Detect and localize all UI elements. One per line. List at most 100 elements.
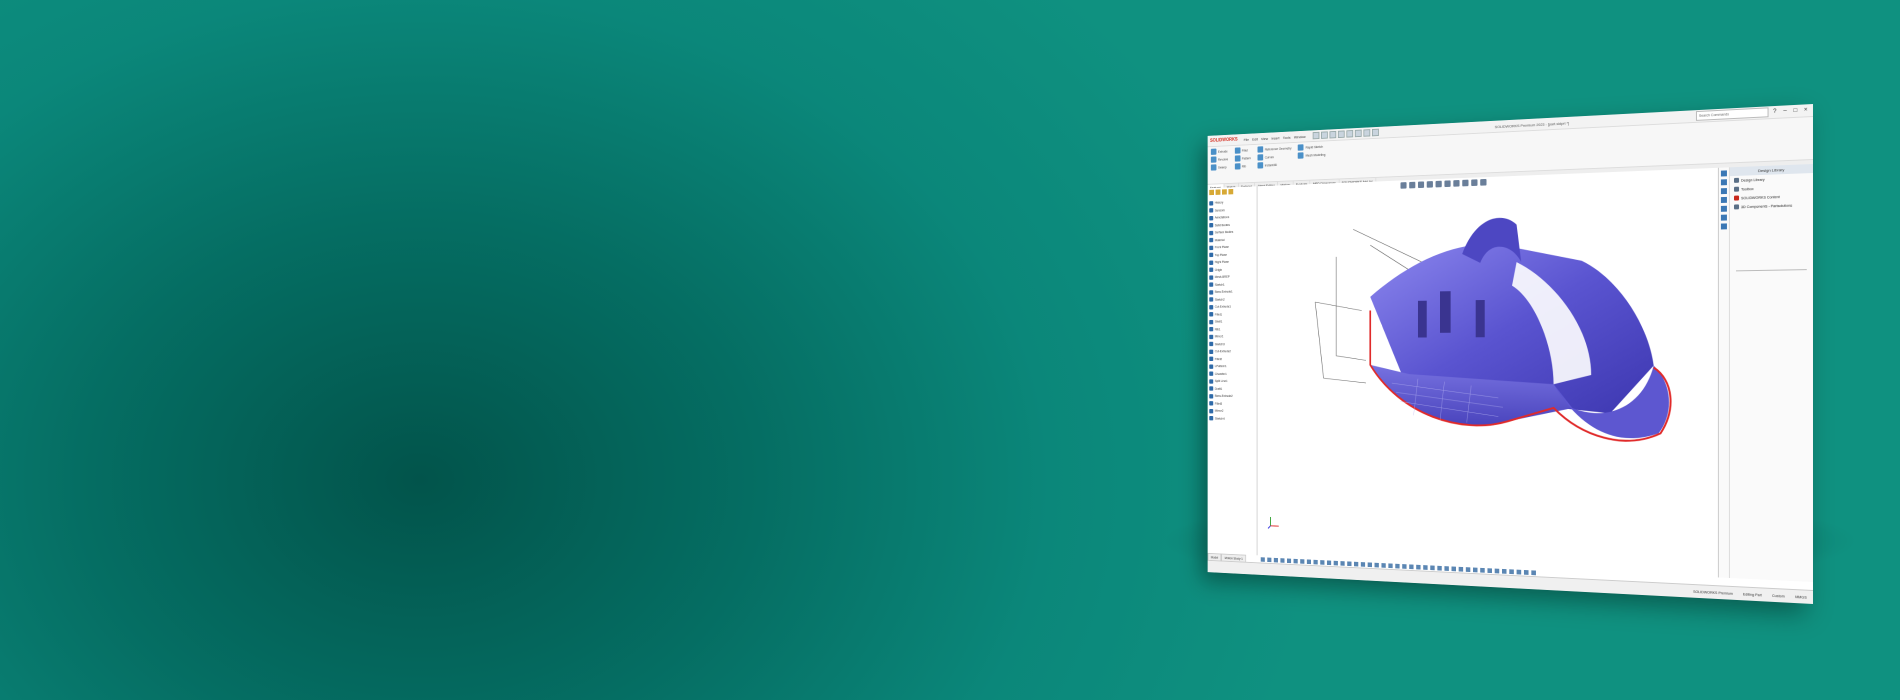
open-icon[interactable]	[1321, 131, 1328, 139]
toolbar-tool-icon[interactable]	[1368, 562, 1372, 567]
appearance-icon[interactable]	[1462, 180, 1468, 187]
extrude-button[interactable]: Extrude	[1211, 148, 1228, 155]
task-pane-item[interactable]: 3D Components - Partsolutions	[1730, 200, 1813, 212]
rebuild-icon[interactable]	[1363, 129, 1370, 137]
toolbar-tool-icon[interactable]	[1274, 558, 1278, 563]
toolbar-tool-icon[interactable]	[1409, 564, 1413, 569]
tree-item[interactable]: Sketch4	[1209, 415, 1255, 423]
minimize-icon[interactable]: –	[1781, 108, 1789, 114]
view-palette-icon[interactable]	[1721, 206, 1727, 212]
toolbar-tool-icon[interactable]	[1444, 566, 1448, 571]
design-library-icon[interactable]	[1721, 188, 1727, 194]
toolbar-tool-icon[interactable]	[1416, 565, 1420, 570]
configuration-manager-icon[interactable]	[1222, 189, 1227, 194]
toolbar-tool-icon[interactable]	[1280, 558, 1284, 563]
previous-view-icon[interactable]	[1418, 181, 1424, 188]
section-view-icon[interactable]	[1427, 181, 1433, 188]
toolbar-tool-icon[interactable]	[1430, 565, 1434, 570]
file-explorer-icon[interactable]	[1721, 197, 1727, 203]
toolbar-tool-icon[interactable]	[1381, 563, 1385, 568]
help-icon[interactable]: ?	[1771, 109, 1779, 115]
undo-icon[interactable]	[1346, 130, 1353, 138]
toolbar-tool-icon[interactable]	[1531, 570, 1536, 575]
zoom-fit-icon[interactable]	[1400, 182, 1406, 189]
toolbar-tool-icon[interactable]	[1437, 566, 1441, 571]
toolbar-tool-icon[interactable]	[1334, 561, 1338, 566]
menu-window[interactable]: Window	[1294, 134, 1306, 139]
toolbar-tool-icon[interactable]	[1307, 559, 1311, 564]
toolbar-tool-icon[interactable]	[1487, 568, 1492, 573]
sweep-button[interactable]: Sweep	[1211, 164, 1228, 171]
custom-properties-icon[interactable]	[1721, 223, 1727, 229]
toolbar-tool-icon[interactable]	[1361, 562, 1365, 567]
toolbar-tool-icon[interactable]	[1402, 564, 1406, 569]
toolbar-tool-icon[interactable]	[1509, 569, 1514, 574]
reference-geometry-button[interactable]: Reference Geometry	[1257, 145, 1291, 153]
toolbar-tool-icon[interactable]	[1314, 560, 1318, 565]
toolbar-tool-icon[interactable]	[1340, 561, 1344, 566]
toolbar-tool-icon[interactable]	[1354, 562, 1358, 567]
toolbar-tool-icon[interactable]	[1261, 557, 1265, 562]
rib-button[interactable]: Rib	[1235, 163, 1251, 170]
3d-model-section-view[interactable]	[1290, 190, 1688, 482]
toolbar-tool-icon[interactable]	[1459, 567, 1463, 572]
toolbar-tool-icon[interactable]	[1473, 568, 1478, 573]
menu-edit[interactable]: Edit	[1252, 136, 1258, 141]
toolbar-tool-icon[interactable]	[1495, 569, 1500, 574]
graphics-area[interactable]	[1257, 168, 1717, 578]
toolbar-tool-icon[interactable]	[1388, 563, 1392, 568]
toolbar-tool-icon[interactable]	[1423, 565, 1427, 570]
menu-insert[interactable]: Insert	[1271, 135, 1279, 140]
curves-button[interactable]: Curves	[1257, 153, 1291, 161]
print-icon[interactable]	[1338, 131, 1345, 139]
menu-tools[interactable]: Tools	[1283, 135, 1291, 140]
tree-item[interactable]: Mirror1	[1209, 333, 1255, 341]
toolbar-tool-icon[interactable]	[1524, 570, 1529, 575]
toolbar-tool-icon[interactable]	[1327, 560, 1331, 565]
tree-item[interactable]: Sketch3	[1209, 340, 1255, 348]
scene-icon[interactable]	[1471, 179, 1477, 186]
revolve-button[interactable]: Revolve	[1211, 156, 1228, 163]
toolbar-tool-icon[interactable]	[1287, 558, 1291, 563]
dimxpert-icon[interactable]	[1228, 189, 1233, 194]
property-manager-icon[interactable]	[1216, 189, 1221, 194]
toolbar-tool-icon[interactable]	[1502, 569, 1507, 574]
home-icon[interactable]	[1721, 170, 1727, 176]
options-icon[interactable]	[1372, 129, 1379, 137]
maximize-icon[interactable]: □	[1791, 108, 1799, 114]
tree-item[interactable]: LPattern1	[1209, 363, 1255, 371]
toolbar-tool-icon[interactable]	[1294, 559, 1298, 564]
resources-icon[interactable]	[1721, 179, 1727, 185]
rapid-sketch-button[interactable]: Rapid Sketch	[1298, 143, 1325, 151]
toolbar-tool-icon[interactable]	[1320, 560, 1324, 565]
select-icon[interactable]	[1354, 130, 1361, 138]
tree-item[interactable]: Cut-Extrude2	[1209, 348, 1255, 356]
appearances-icon[interactable]	[1721, 215, 1727, 221]
toolbar-tool-icon[interactable]	[1452, 566, 1456, 571]
status-units[interactable]: MMGS	[1795, 595, 1807, 600]
view-orientation-icon[interactable]	[1436, 181, 1442, 188]
zoom-area-icon[interactable]	[1409, 182, 1415, 189]
view-settings-icon[interactable]	[1480, 179, 1486, 186]
feature-manager-icon[interactable]	[1209, 190, 1214, 195]
toolbar-tool-icon[interactable]	[1375, 563, 1379, 568]
new-icon[interactable]	[1312, 132, 1319, 140]
toolbar-tool-icon[interactable]	[1480, 568, 1485, 573]
pattern-button[interactable]: Pattern	[1235, 155, 1251, 162]
toolbar-tool-icon[interactable]	[1267, 558, 1271, 563]
instant3d-button[interactable]: Instant3D	[1257, 161, 1291, 169]
mesh-modeling-button[interactable]: Mesh Modeling	[1298, 151, 1325, 159]
toolbar-tool-icon[interactable]	[1395, 564, 1399, 569]
toolbar-tool-icon[interactable]	[1517, 570, 1522, 575]
display-style-icon[interactable]	[1444, 180, 1450, 187]
tree-item[interactable]: Fillet2	[1209, 355, 1255, 363]
toolbar-tool-icon[interactable]	[1347, 561, 1351, 566]
toolbar-tool-icon[interactable]	[1300, 559, 1304, 564]
save-icon[interactable]	[1329, 131, 1336, 139]
menu-view[interactable]: View	[1261, 136, 1268, 141]
toolbar-tool-icon[interactable]	[1466, 567, 1470, 572]
fillet-button[interactable]: Fillet	[1235, 147, 1251, 154]
hide-show-icon[interactable]	[1453, 180, 1459, 187]
menu-file[interactable]: File	[1244, 137, 1249, 142]
close-icon[interactable]: ×	[1802, 107, 1810, 113]
